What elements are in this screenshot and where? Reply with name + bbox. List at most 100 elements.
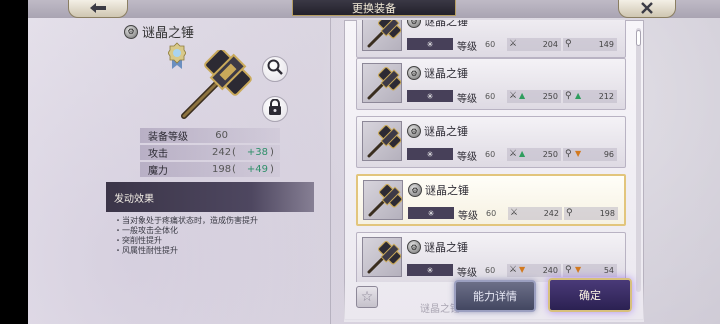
element-emblem-icon: ⚙: [407, 124, 421, 138]
back-button[interactable]: [68, 0, 128, 18]
wand-icon: ⚲: [565, 149, 572, 159]
magic-stat: ⚲ 149: [563, 38, 617, 51]
detail-item-name: 谜晶之锤: [142, 26, 195, 41]
wand-icon: ⚲: [566, 208, 573, 218]
divider: [330, 18, 331, 324]
sword-icon: ⚔: [509, 39, 518, 49]
skill-slot: ✳: [408, 207, 454, 219]
attack-stat: ⚔ ▲ 250: [507, 90, 561, 103]
lock-button[interactable]: [262, 96, 288, 122]
attack-value: 204: [542, 40, 558, 49]
star-icon: ☆: [360, 289, 374, 305]
detail-name-row: ⚙ 谜晶之锤: [124, 22, 194, 41]
element-emblem-icon: ⚙: [124, 24, 138, 39]
sword-icon: ⚔: [509, 91, 518, 101]
paren-open: (: [232, 164, 236, 175]
wand-icon: ⚲: [565, 91, 572, 101]
effect-item: 风属性耐性提升: [114, 246, 258, 256]
element-emblem-icon: ⚙: [407, 240, 421, 254]
equipment-card[interactable]: ⚙ 谜晶之锤 ✳ 等级 60 ⚔ ▲ 250 ⚲ ▼ 96: [356, 116, 626, 168]
sword-icon: ⚔: [510, 208, 519, 218]
magic-value: 212: [598, 92, 614, 101]
equipment-card[interactable]: ⚙ 谜晶之锤 ✳ 等级 60 ⚔ ▲ 250 ⚲ ▲ 212: [356, 58, 626, 110]
stat-table: 装备等级 60 攻击 242 ( +38 ) 魔力 198 ( +49 ): [140, 128, 280, 179]
magic-value: 96: [603, 150, 614, 159]
favorite-button[interactable]: ☆: [356, 286, 378, 308]
card-name-row: ⚙ 谜晶之锤: [407, 239, 468, 255]
attack-stat: ⚔ ▼ 240: [507, 264, 561, 277]
skill-slot: ✳: [407, 38, 453, 50]
hammer-thumbnail-icon: [363, 180, 403, 220]
card-item-name: 谜晶之锤: [424, 67, 468, 80]
card-name-row: ⚙ 谜晶之锤: [408, 182, 469, 198]
magnifier-icon: [267, 59, 283, 79]
arrow-up-icon: ▲: [575, 91, 582, 100]
equipment-card[interactable]: ⚙ 谜晶之锤 ✳ 等级 60 ⚔ ▼ 240 ⚲ ▼ 54: [356, 232, 626, 282]
skill-slot: ✳: [407, 148, 453, 160]
attack-stat: ⚔ ▲ 250: [507, 148, 561, 161]
hammer-thumbnail-icon: [362, 237, 402, 277]
arrow-down-icon: ▼: [575, 265, 582, 274]
arrow-left-icon: [89, 1, 107, 17]
arrow-up-icon: ▲: [519, 149, 526, 158]
page-title: 更换装备: [292, 0, 456, 16]
card-item-name: 谜晶之锤: [424, 125, 468, 138]
card-item-name: 谜晶之锤: [424, 241, 468, 254]
stat-value: 60: [215, 130, 228, 141]
element-emblem-icon: ⚙: [408, 183, 422, 197]
skill-slot: ✳: [407, 264, 453, 276]
wand-icon: ⚲: [565, 39, 572, 49]
sword-icon: ⚔: [509, 265, 518, 275]
paren-open: (: [232, 147, 236, 158]
attack-value: 240: [542, 266, 558, 275]
skill-slot: ✳: [407, 90, 453, 102]
effect-list: 当对象处于疼痛状态时，造成伤害提升 一般攻击全体化 突削性提升 风属性耐性提升: [114, 216, 258, 256]
arrow-down-icon: ▼: [575, 149, 582, 158]
magic-value: 149: [598, 40, 614, 49]
zoom-button[interactable]: [262, 56, 288, 82]
element-emblem-icon: ⚙: [407, 66, 421, 80]
confirm-button[interactable]: 确定: [548, 278, 632, 312]
attack-stat: ⚔ 242: [508, 207, 562, 220]
stat-value: 198: [212, 164, 232, 175]
effect-item: 当对象处于疼痛状态时，造成伤害提升: [114, 216, 258, 226]
level-label: 等级: [457, 268, 477, 279]
arrow-up-icon: ▲: [519, 91, 526, 100]
level-label: 等级: [457, 42, 477, 53]
attack-value: 250: [542, 92, 558, 101]
close-x-icon: [641, 0, 653, 18]
card-name-row: ⚙ 谜晶之锤: [407, 65, 468, 81]
level-label: 等级: [457, 152, 477, 163]
equipment-card-selected[interactable]: ⚙ 谜晶之锤 ✳ 等级 60 ⚔ 242 ⚲ 198: [356, 174, 626, 226]
level-value: 60: [485, 40, 496, 49]
stat-label: 魔力: [148, 166, 168, 177]
hammer-thumbnail-icon: [362, 63, 402, 103]
sword-icon: ⚔: [509, 149, 518, 159]
wand-icon: ⚲: [565, 265, 572, 275]
scrollbar-thumb[interactable]: [636, 30, 641, 46]
stat-label: 装备等级: [148, 132, 188, 143]
attack-value: 250: [542, 150, 558, 159]
level-label: 等级: [458, 211, 478, 222]
stat-bonus: +38: [246, 147, 268, 158]
card-item-name: 谜晶之锤: [425, 184, 469, 197]
level-value: 60: [485, 150, 496, 159]
paren-close: ): [270, 164, 274, 175]
attack-value: 242: [543, 209, 559, 218]
magic-stat: ⚲ 198: [564, 207, 618, 220]
magic-stat: ⚲ ▼ 54: [563, 264, 617, 277]
stat-row-equip-level: 装备等级 60: [140, 128, 280, 143]
lock-icon: [268, 98, 282, 119]
effect-header: 发动效果: [106, 182, 314, 212]
card-name-row: ⚙ 谜晶之锤: [407, 123, 468, 139]
effect-item: 突削性提升: [114, 236, 258, 246]
arrow-down-icon: ▼: [519, 265, 526, 274]
stat-row-attack: 攻击 242 ( +38 ): [140, 145, 280, 160]
hammer-thumbnail-icon: [362, 121, 402, 161]
close-button[interactable]: [618, 0, 676, 18]
ability-detail-button[interactable]: 能力详情: [454, 280, 536, 312]
magic-stat: ⚲ ▼ 96: [563, 148, 617, 161]
scrollbar-track[interactable]: [636, 28, 641, 292]
stat-bonus: +49: [246, 164, 268, 175]
level-value: 60: [485, 266, 496, 275]
